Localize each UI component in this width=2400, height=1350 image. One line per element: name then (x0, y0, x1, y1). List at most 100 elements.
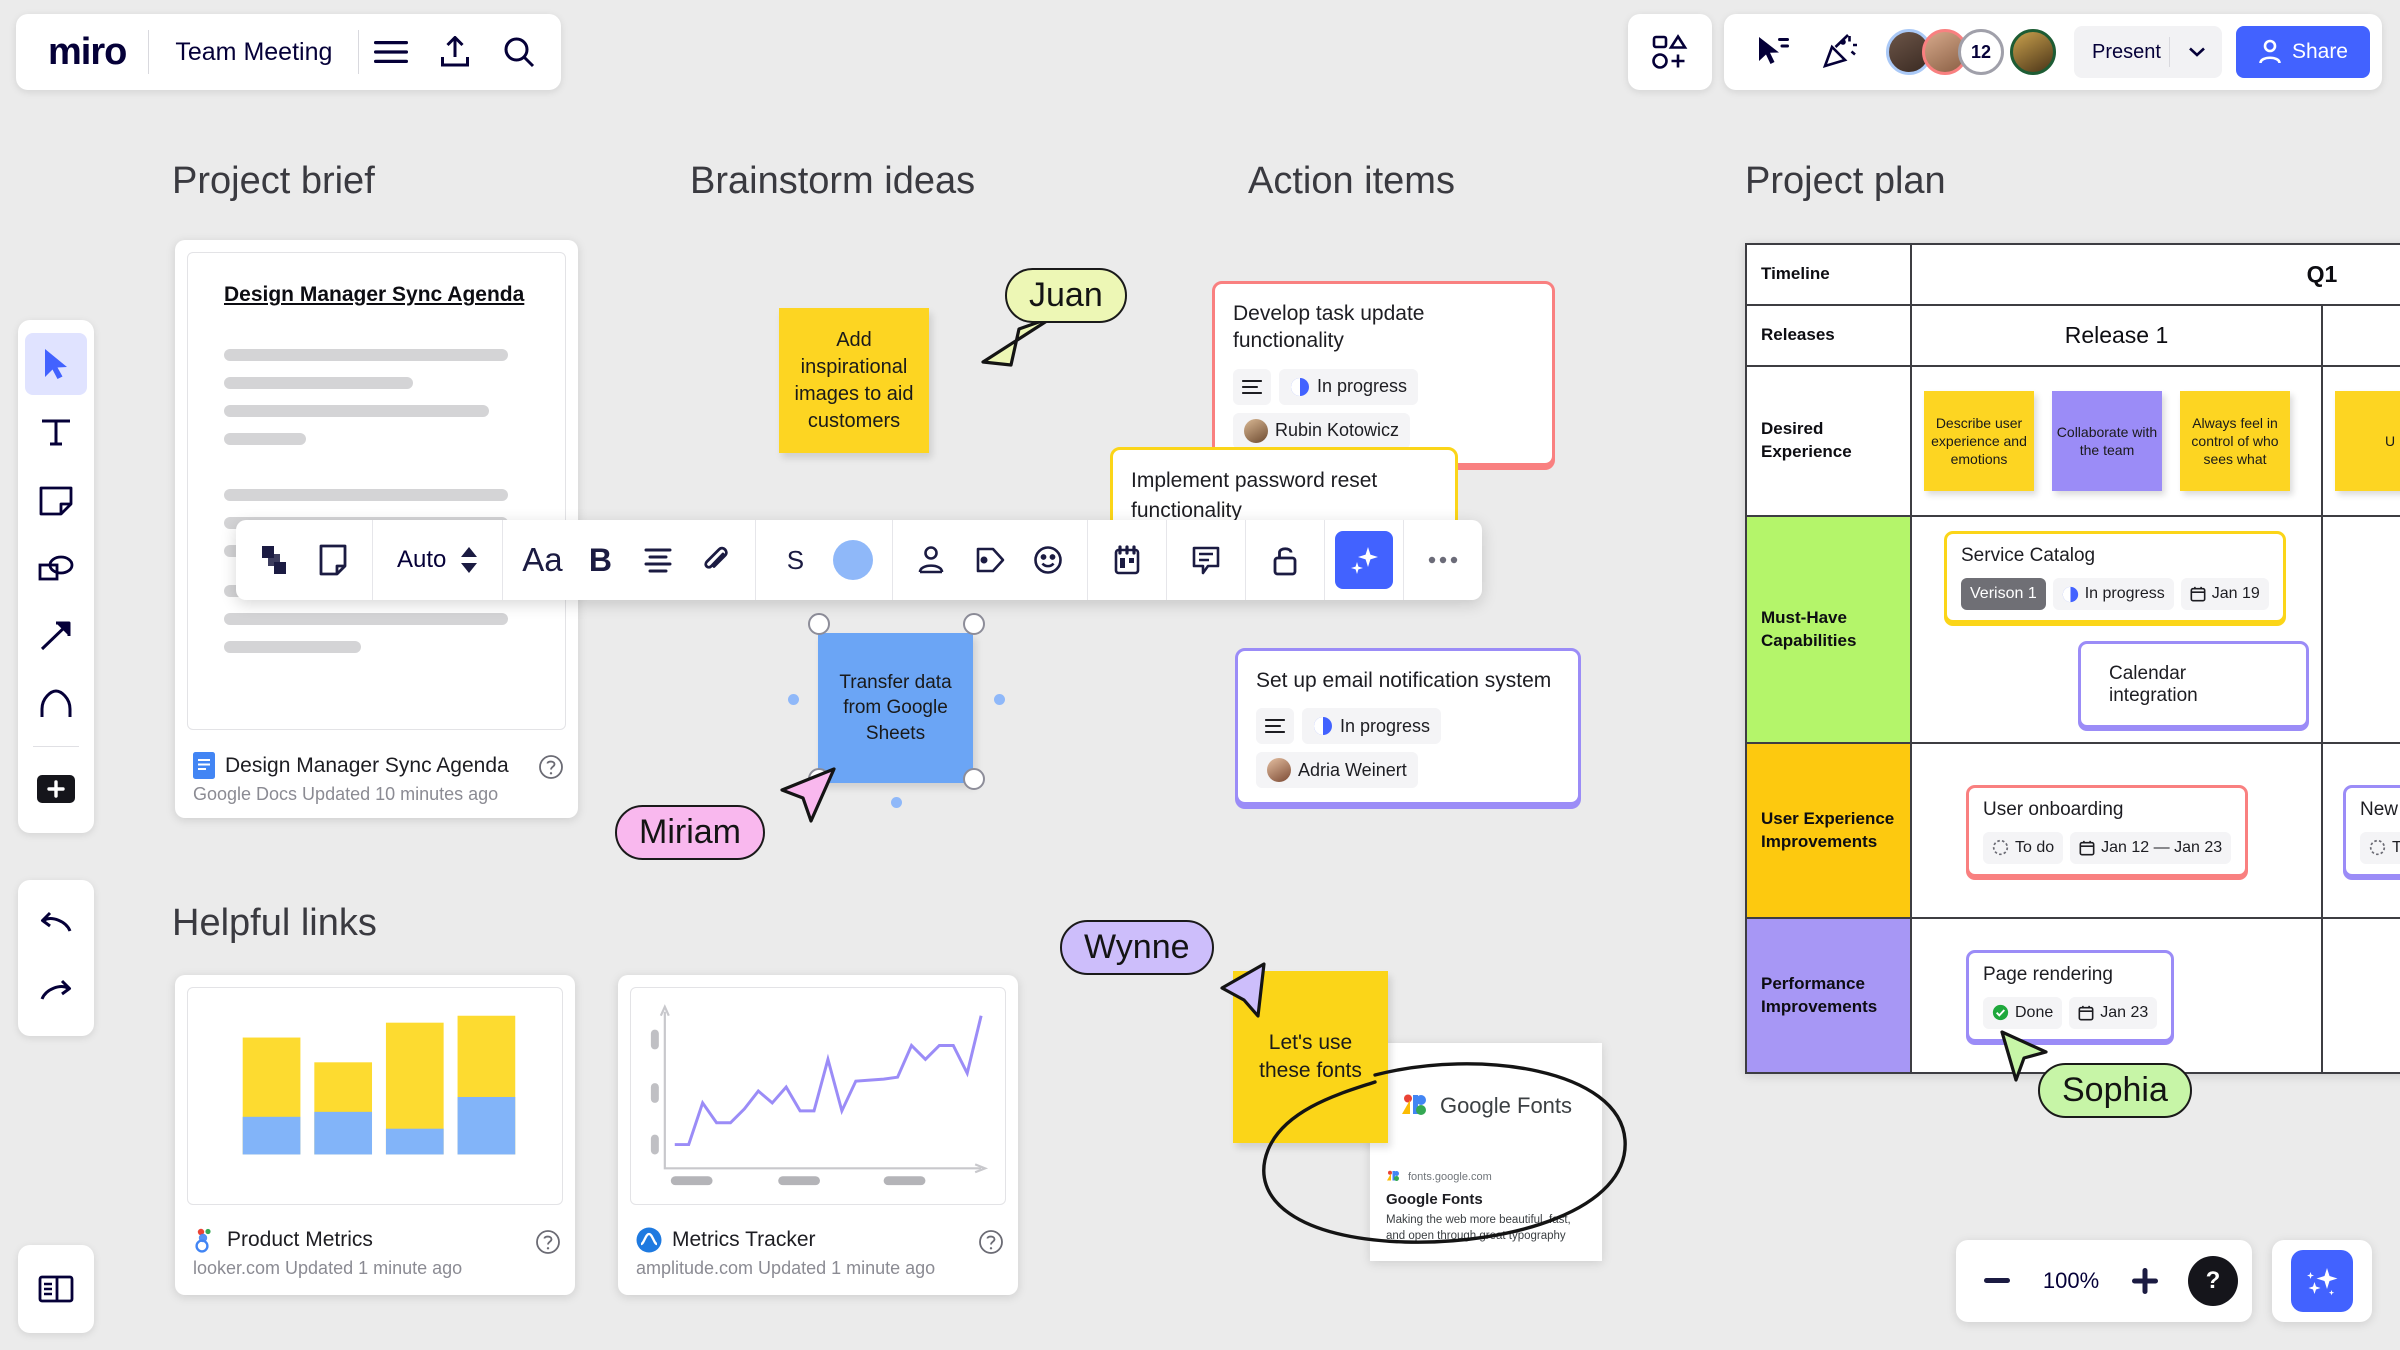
aa-icon[interactable]: Aa (513, 531, 571, 589)
cell-must-have-r1[interactable]: Service Catalog Verison 1 In progress Ja… (1910, 515, 2323, 744)
link-card-product-metrics[interactable]: Product Metrics looker.com Updated 1 min… (175, 975, 575, 1295)
sticky-inspirational-images[interactable]: Add inspirational images to aid customer… (779, 308, 929, 453)
cell-desired-r2[interactable]: U (2321, 365, 2400, 517)
convert-shape-icon[interactable] (246, 531, 304, 589)
color-circle-icon[interactable] (824, 531, 882, 589)
card-fields-icon[interactable] (1098, 531, 1156, 589)
task-email-notification[interactable]: Set up email notification system In prog… (1235, 648, 1581, 806)
shapes-add-button[interactable] (1628, 14, 1713, 90)
share-button[interactable]: Share (2235, 26, 2370, 78)
lock-open-icon[interactable] (1256, 531, 1314, 589)
mini-sticky-note[interactable]: Collaborate with the team (2052, 391, 2162, 491)
link-paperclip-icon[interactable] (687, 531, 745, 589)
selection-handle-tl[interactable] (808, 613, 830, 635)
selection-handle-tr[interactable] (963, 613, 985, 635)
collaborator-avatars[interactable]: 12 (1886, 29, 2057, 75)
tag-icon[interactable] (961, 531, 1019, 589)
sticky-transfer-data[interactable]: Transfer data from Google Sheets (818, 633, 973, 783)
upload-icon[interactable] (423, 20, 487, 84)
task-assignee-chip[interactable]: Rubin Kotowicz (1233, 412, 1411, 449)
redo-icon[interactable] (25, 961, 87, 1023)
question-circle-icon[interactable] (535, 1229, 561, 1255)
sidebar-item-select-tool[interactable] (25, 333, 87, 395)
plan-card-version-chip[interactable]: Verison 1 (1961, 578, 2046, 610)
avatar-self[interactable] (2010, 29, 2057, 75)
board-title[interactable]: Team Meeting (149, 38, 358, 67)
sticky-note-icon[interactable] (304, 531, 362, 589)
zoom-in-button[interactable] (2118, 1254, 2172, 1308)
task-status-chip[interactable]: In progress (1302, 708, 1442, 745)
smiley-icon[interactable] (1019, 531, 1077, 589)
cell-desired-r1[interactable]: Describe user experience and emotions Co… (1910, 365, 2323, 517)
task-assignee-label: Rubin Kotowicz (1275, 420, 1400, 441)
description-lines-icon[interactable] (1256, 708, 1294, 745)
link-card-metrics-tracker[interactable]: Metrics Tracker amplitude.com Updated 1 … (618, 975, 1018, 1295)
document-heading: Design Manager Sync Agenda (224, 283, 525, 306)
cell-perf-r2[interactable] (2321, 917, 2400, 1074)
task-assignee-chip[interactable]: Adria Weinert (1256, 752, 1418, 789)
document-card-footer: Design Manager Sync Agenda Google Docs U… (175, 742, 578, 818)
font-size-auto-control[interactable]: Auto (383, 546, 492, 574)
miro-logo[interactable]: miro (26, 31, 148, 74)
ai-sparkle-icon[interactable] (2291, 1250, 2353, 1312)
task-develop-update[interactable]: Develop task update functionality In pro… (1212, 281, 1555, 466)
selection-dot-bottom[interactable] (891, 797, 902, 808)
person-assign-icon[interactable] (903, 531, 961, 589)
sidebar-item-shapes-tool[interactable] (25, 537, 87, 599)
ai-sparkle-icon[interactable] (1335, 531, 1394, 589)
cursor-label-text: Juan (1029, 276, 1103, 314)
plan-card-status-chip[interactable]: To do (2360, 831, 2400, 864)
looker-icon (193, 1227, 217, 1253)
sidebar-item-more-apps[interactable] (25, 758, 87, 820)
sidebar-item-sticky-note-tool[interactable] (25, 469, 87, 531)
question-circle-icon[interactable] (538, 754, 564, 780)
align-lines-icon[interactable] (629, 531, 687, 589)
plan-card-status-chip[interactable]: Done (1983, 996, 2063, 1029)
cell-perf-r1[interactable]: Page rendering Done Jan 23 (1910, 917, 2323, 1074)
cursor-share-icon[interactable] (1740, 20, 1804, 84)
selection-handle-br[interactable] (963, 768, 985, 790)
sidebar-item-text-tool[interactable] (25, 401, 87, 463)
undo-icon[interactable] (25, 893, 87, 955)
bold-b-icon[interactable]: B (571, 531, 629, 589)
help-button[interactable]: ? (2188, 1256, 2238, 1306)
task-status-chip[interactable]: In progress (1279, 368, 1419, 405)
plan-card-service-catalog[interactable]: Service Catalog Verison 1 In progress Ja… (1944, 531, 2286, 623)
stepper-arrows[interactable] (460, 546, 478, 574)
plan-card-user-onboarding[interactable]: User onboarding To do Jan 12 — Jan 23 (1966, 784, 2249, 877)
frames-panel-icon[interactable] (25, 1258, 87, 1320)
plan-card-status-chip[interactable]: To do (1983, 831, 2064, 864)
cell-ux-r2[interactable]: New tem To do (2321, 742, 2400, 919)
mini-sticky-note[interactable]: U (2335, 391, 2400, 491)
present-button[interactable]: Present (2074, 26, 2222, 78)
cell-ux-r1[interactable]: User onboarding To do Jan 12 — Jan 23 (1910, 742, 2323, 919)
plan-card-status-chip[interactable]: In progress (2052, 578, 2174, 610)
chevron-down-icon[interactable] (2178, 46, 2216, 58)
table-row-releases: Releases Release 1 (1745, 304, 2400, 367)
search-icon[interactable] (487, 20, 551, 84)
mini-sticky-note[interactable]: Describe user experience and emotions (1924, 391, 2034, 491)
celebrate-icon[interactable] (1808, 20, 1872, 84)
description-lines-icon[interactable] (1233, 368, 1271, 405)
cell-must-have-r2[interactable] (2321, 515, 2400, 744)
sidebar-item-connector-tool[interactable] (25, 605, 87, 667)
avatar-overflow-count[interactable]: 12 (1958, 29, 2005, 75)
mini-sticky-note[interactable]: Always feel in control of who sees what (2180, 391, 2290, 491)
hamburger-menu-icon[interactable] (359, 20, 423, 84)
comment-icon[interactable] (1177, 531, 1235, 589)
s-letter-icon[interactable]: S (766, 531, 824, 589)
plan-card-calendar-integration[interactable]: Calendar integration (2078, 641, 2309, 728)
color-swatch[interactable] (833, 540, 874, 580)
selection-dot-right[interactable] (994, 694, 1005, 705)
plan-card-new-template[interactable]: New tem To do (2343, 784, 2400, 877)
selection-dot-left[interactable] (788, 694, 799, 705)
google-fonts-card[interactable]: Google Fonts fonts.google.com Google Fon… (1370, 1043, 1602, 1261)
plan-card-date-chip[interactable]: Jan 19 (2180, 578, 2269, 610)
question-circle-icon[interactable] (978, 1229, 1004, 1255)
sidebar-item-pen-tool[interactable] (25, 673, 87, 735)
project-plan-table[interactable]: Timeline Q1 Releases Release 1 Desired E… (1745, 243, 2400, 1074)
ellipsis-icon[interactable] (1414, 531, 1472, 589)
plan-card-date-chip[interactable]: Jan 12 — Jan 23 (2070, 831, 2232, 864)
zoom-out-button[interactable] (1970, 1254, 2024, 1308)
plan-card-date-chip[interactable]: Jan 23 (2069, 996, 2158, 1029)
